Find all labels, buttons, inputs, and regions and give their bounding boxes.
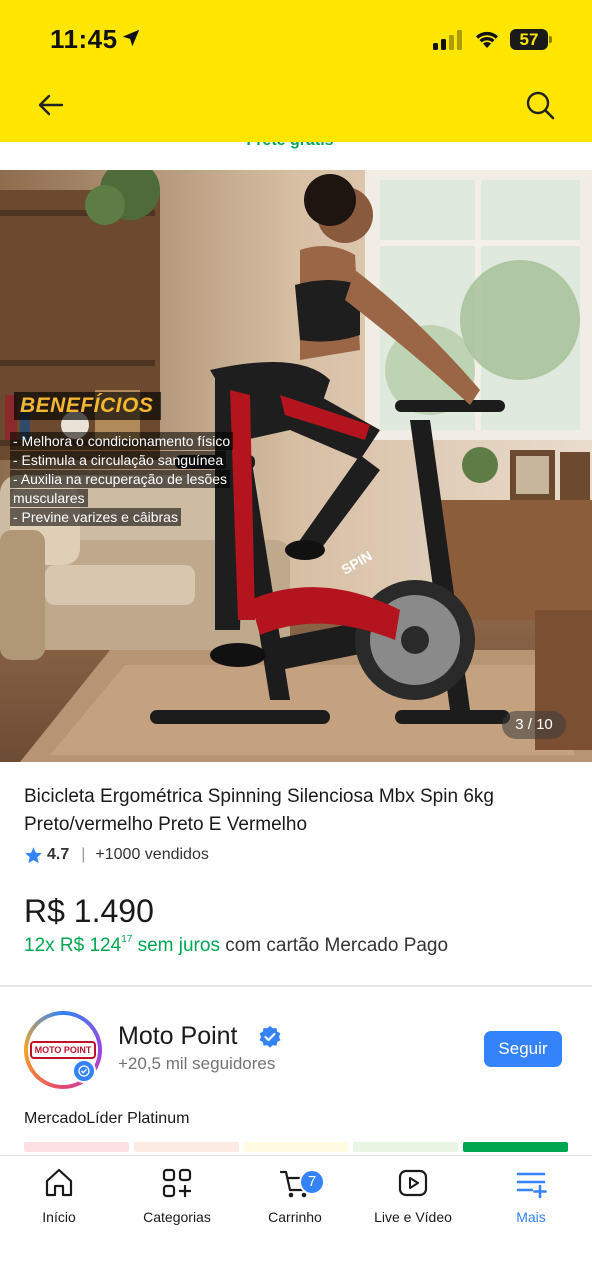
nav-label: Live e Vídeo xyxy=(374,1209,452,1225)
play-icon xyxy=(398,1169,428,1197)
thermometer-segment xyxy=(353,1142,459,1152)
product-price: R$ 1.490 xyxy=(24,893,154,929)
section-divider xyxy=(0,985,592,987)
product-rating[interactable]: 4.7 | +1000 vendidos xyxy=(24,843,209,867)
installments-interest: sem juros xyxy=(132,935,220,956)
search-icon[interactable] xyxy=(525,90,555,120)
cellular-signal-icon xyxy=(433,30,462,50)
benefit-line: musculares xyxy=(10,489,88,507)
reputation-thermometer xyxy=(24,1142,568,1152)
star-icon xyxy=(25,846,42,863)
nav-categories[interactable]: Categorias xyxy=(118,1166,236,1225)
thermometer-segment xyxy=(243,1142,349,1152)
installments-amount: 12x R$ 124 xyxy=(24,935,122,956)
official-store-badge-icon xyxy=(72,1059,96,1083)
seller-name[interactable]: Moto Point xyxy=(118,1022,238,1051)
product-title: Bicicleta Ergométrica Spinning Silencios… xyxy=(24,786,494,835)
sold-count: +1000 vendidos xyxy=(95,846,209,863)
thermometer-segment xyxy=(24,1142,129,1152)
rating-value: 4.7 xyxy=(47,846,70,863)
benefit-line: - Melhora o condicionamento físico xyxy=(10,432,234,450)
nav-live-video[interactable]: Live e Vídeo xyxy=(354,1166,472,1225)
installments-info: 12x R$ 12417 sem juros com cartão Mercad… xyxy=(24,933,449,957)
menu-plus-icon xyxy=(516,1172,547,1199)
rating-divider: | xyxy=(81,846,86,863)
verified-badge-icon xyxy=(259,1026,281,1048)
bottom-navigation: Início Categorias 7 Carrinho Live e Víde… xyxy=(0,1155,592,1280)
seller-logo-text: MOTO POINT xyxy=(29,1041,97,1059)
nav-more[interactable]: Mais xyxy=(472,1166,590,1225)
thermometer-segment xyxy=(463,1142,568,1152)
benefit-line: - Estimula a circulação sanguínea xyxy=(10,451,227,469)
nav-label: Mais xyxy=(516,1209,546,1225)
follow-button[interactable]: Seguir xyxy=(484,1031,562,1067)
product-image-gallery[interactable]: SPIN BENEFÍCIOS - Melhora o condicioname… xyxy=(0,170,592,762)
installments-cents: 17 xyxy=(121,933,133,945)
nav-label: Carrinho xyxy=(268,1209,322,1225)
benefit-line: - Previne varizes e câibras xyxy=(10,508,181,526)
categories-icon xyxy=(162,1168,192,1198)
seller-avatar[interactable]: MOTO POINT xyxy=(24,1011,102,1089)
nav-home[interactable]: Início xyxy=(0,1166,118,1225)
seller-level: MercadoLíder Platinum xyxy=(24,1110,190,1127)
nav-label: Categorias xyxy=(143,1209,211,1225)
benefits-list: - Melhora o condicionamento físico - Est… xyxy=(10,432,250,527)
cart-count-badge: 7 xyxy=(299,1169,325,1195)
installments-payment-method: com cartão Mercado Pago xyxy=(219,935,449,956)
wifi-icon xyxy=(476,31,498,48)
nav-cart[interactable]: 7 Carrinho xyxy=(236,1166,354,1225)
app-header: 11:45 57 xyxy=(0,0,592,142)
nav-label: Início xyxy=(42,1209,76,1225)
status-time: 11:45 xyxy=(50,24,118,54)
benefits-title: BENEFÍCIOS xyxy=(14,392,162,420)
benefit-line: - Auxilia na recuperação de lesões xyxy=(10,470,231,488)
thermometer-segment xyxy=(133,1142,239,1152)
battery-indicator: 57 xyxy=(510,29,552,50)
back-arrow-icon[interactable] xyxy=(36,90,66,120)
image-counter: 3 / 10 xyxy=(502,711,566,739)
home-icon xyxy=(45,1168,73,1197)
seller-followers: +20,5 mil seguidores xyxy=(118,1054,276,1073)
location-arrow-icon xyxy=(122,29,140,47)
